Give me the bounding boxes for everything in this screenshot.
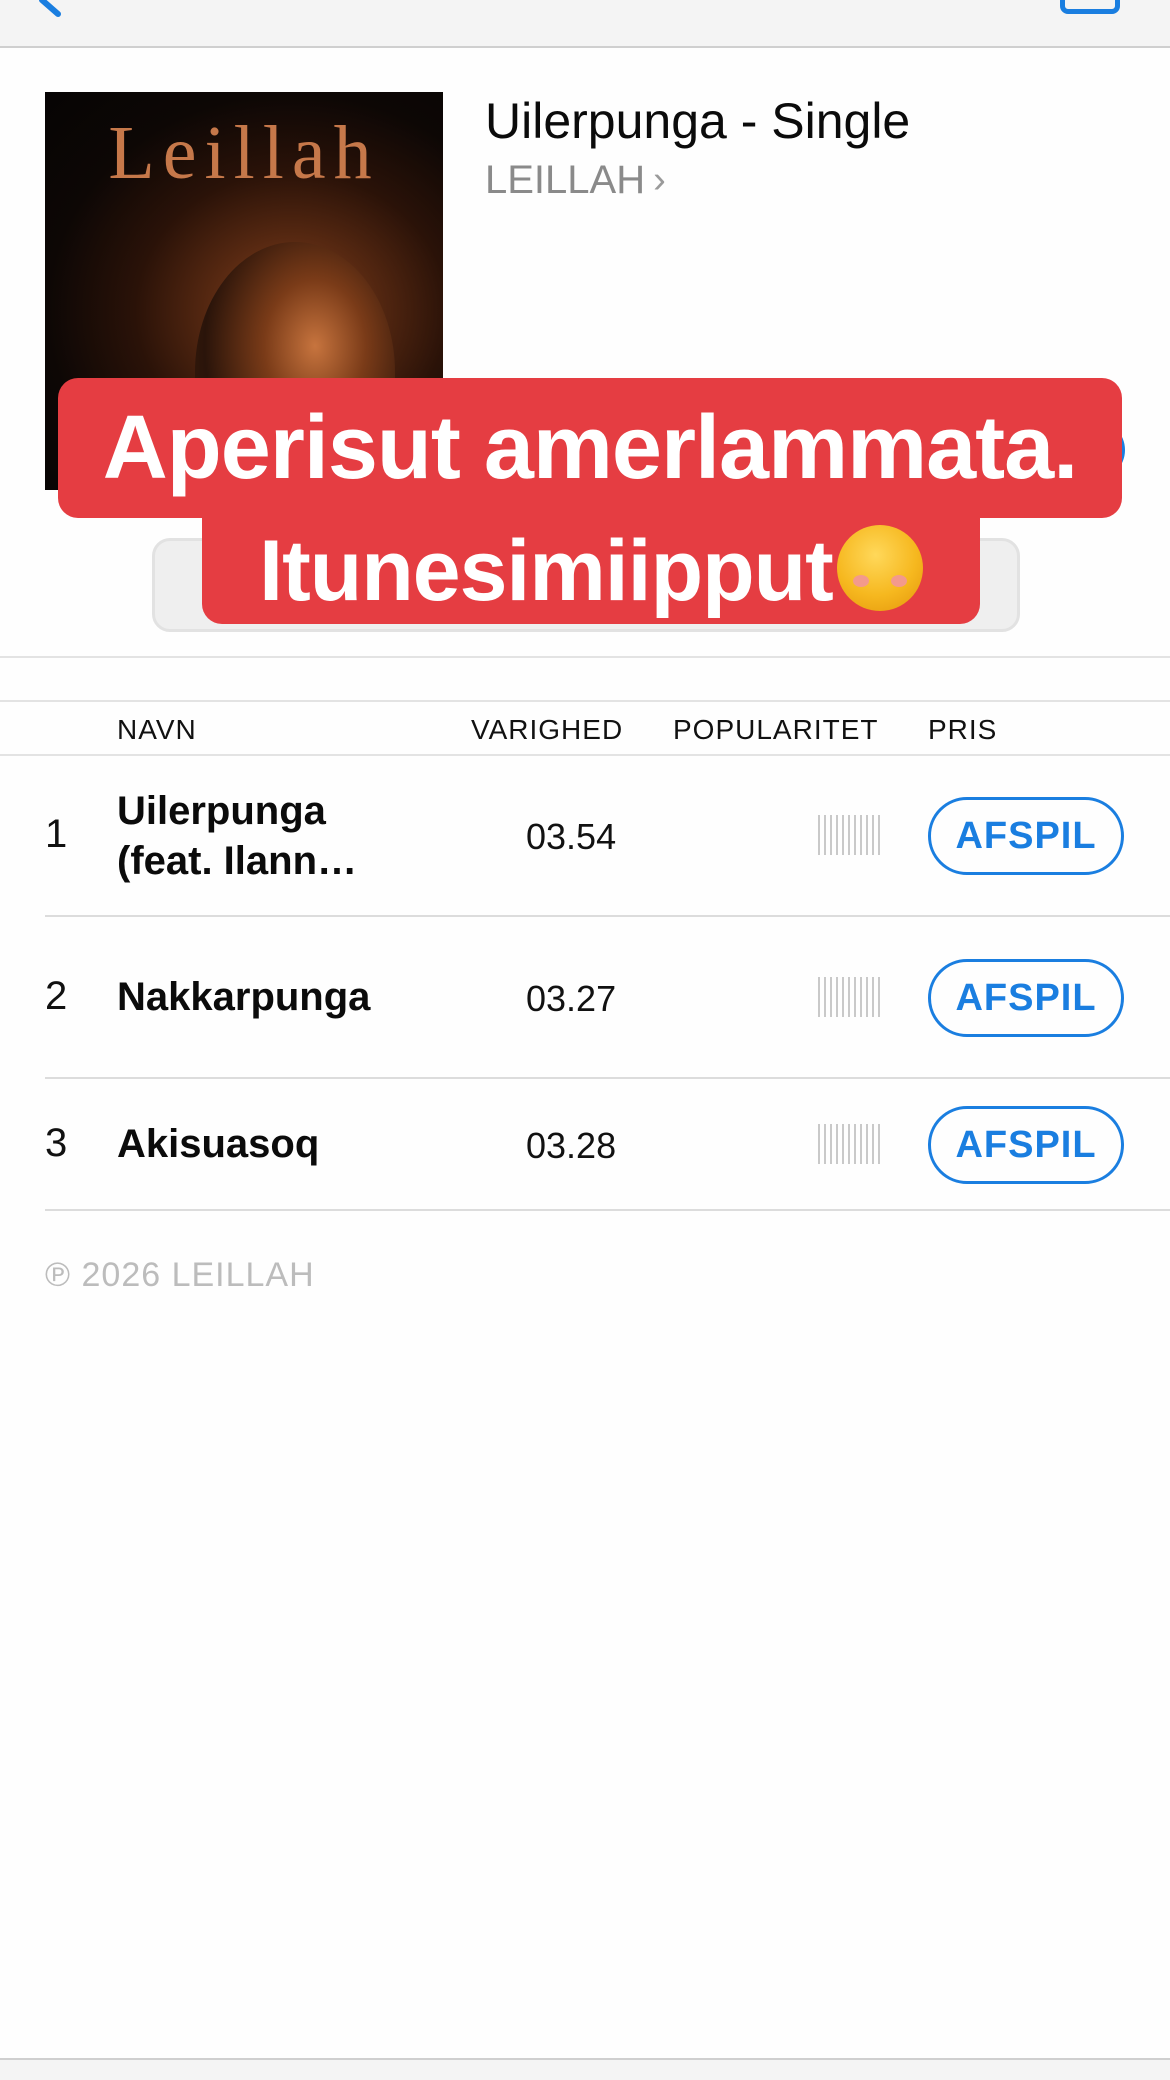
section-divider: [0, 656, 1170, 658]
column-header-price: PRIS: [928, 714, 998, 745]
column-header-duration: VARIGHED: [471, 714, 624, 745]
popularity-bars: [818, 977, 884, 1017]
cover-artist-name: Leillah: [108, 111, 380, 195]
top-nav-bar: [0, 0, 1170, 48]
artist-link[interactable]: LEILLAH ›: [485, 158, 666, 203]
track-title-line1: Uilerpunga: [117, 789, 326, 833]
play-button[interactable]: AFSPIL: [928, 1106, 1124, 1184]
track-number: 2: [45, 974, 68, 1018]
row-separator: [45, 1209, 1170, 1211]
overlay-banner-line2: Itunesimiipput: [202, 518, 980, 624]
track-number: 3: [45, 1121, 68, 1165]
track-title-line1: Nakkarpunga: [117, 975, 371, 1019]
chevron-right-icon: ›: [653, 159, 666, 201]
track-duration: 03.54: [526, 816, 617, 857]
track-title[interactable]: Akisuasoq: [117, 1119, 319, 1169]
smiling-face-icon: [836, 525, 923, 612]
track-title[interactable]: Nakkarpunga: [117, 972, 370, 1022]
album-title: Uilerpunga - Single: [485, 93, 911, 149]
popularity-bars: [818, 815, 884, 855]
row-separator: [45, 1077, 1170, 1079]
header-bottom-divider: [0, 754, 1170, 756]
column-header-popularity: POPULARITET: [673, 714, 879, 745]
overlay-banner-line1: Aperisut amerlammata.: [58, 378, 1122, 518]
play-button[interactable]: AFSPIL: [928, 797, 1124, 875]
popularity-bars: [818, 1124, 884, 1164]
track-duration: 03.28: [526, 1125, 617, 1166]
copyright-text: ℗ 2026 LEILLAH: [45, 1256, 315, 1294]
track-title-line1: Akisuasoq: [117, 1122, 320, 1166]
share-icon[interactable]: [1060, 0, 1120, 14]
header-top-divider: [0, 700, 1170, 702]
track-number: 1: [45, 812, 68, 856]
back-chevron-icon[interactable]: [28, 0, 88, 26]
play-button[interactable]: AFSPIL: [928, 959, 1124, 1037]
track-title-line2: (feat. Ilann…: [117, 839, 358, 883]
row-separator: [45, 915, 1170, 917]
track-duration: 03.27: [526, 978, 617, 1019]
column-header-name: NAVN: [117, 714, 197, 745]
track-title[interactable]: Uilerpunga (feat. Ilann…: [117, 786, 357, 886]
bottom-tab-bar: [0, 2058, 1170, 2080]
overlay-banner-line2-text: Itunesimiipput: [259, 523, 834, 619]
artist-name: LEILLAH: [485, 158, 646, 202]
